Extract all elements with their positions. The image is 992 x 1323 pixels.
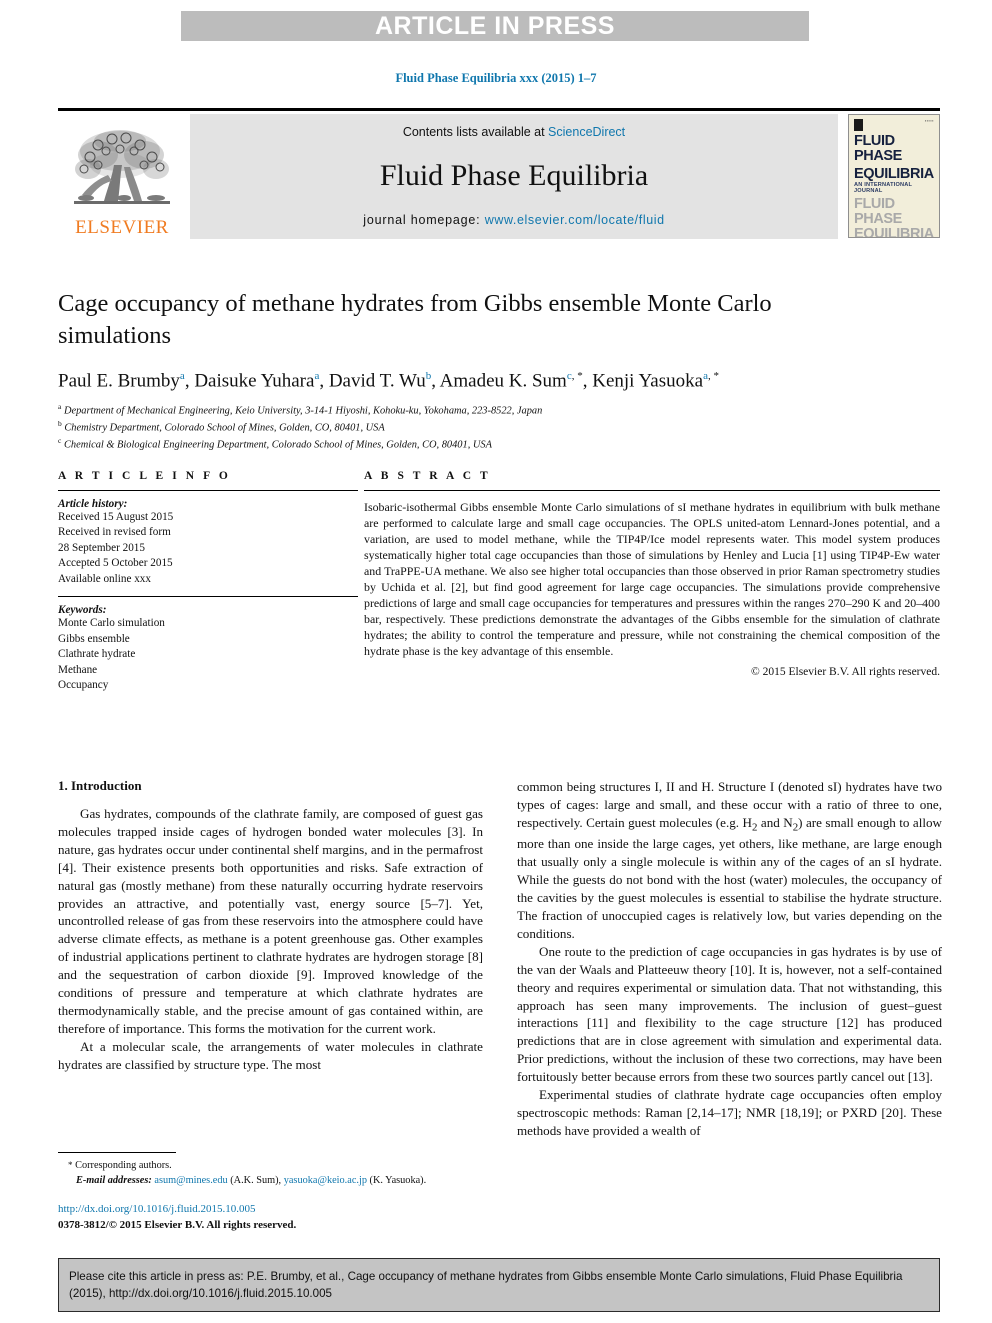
author-list: Paul E. Brumbya, Daisuke Yuharaa, David …	[58, 369, 719, 392]
paragraph-text: Gas hydrates, compounds of the clathrate…	[58, 806, 483, 1036]
article-history-title: Article history:	[58, 498, 128, 510]
elsevier-tree-icon	[74, 130, 170, 204]
abstract-copyright: © 2015 Elsevier B.V. All rights reserved…	[751, 666, 940, 678]
elsevier-wordmark: ELSEVIER	[75, 217, 169, 238]
asterisk-icon: *	[68, 1160, 73, 1170]
history-item: Received in revised form	[58, 526, 171, 539]
paragraph-text: One route to the prediction of cage occu…	[517, 943, 942, 1085]
body-paragraph: One route to the prediction of cage occu…	[517, 943, 942, 1086]
email-owner-sum: (A.K. Sum),	[230, 1175, 282, 1187]
author-name: Amadeu K. Sum	[439, 370, 567, 392]
keywords-block: Keywords: Monte Carlo simulation Gibbs e…	[58, 597, 358, 693]
article-info-column: A R T I C L E I N F O Article history: R…	[58, 470, 358, 694]
cover-issn-text: ▪▪▪▪▪	[924, 118, 934, 123]
journal-homepage-line: journal homepage: www.elsevier.com/locat…	[363, 213, 664, 227]
affiliation-item: c Chemical & Biological Engineering Depa…	[58, 436, 938, 453]
journal-cover-block: ▪▪▪▪▪ FLUID PHASE EQUILIBRIA AN INTERNAT…	[844, 114, 940, 239]
author-name: David T. Wu	[328, 370, 426, 392]
contents-prefix: Contents lists available at	[402, 125, 549, 139]
page-title: Cage occupancy of methane hydrates from …	[58, 290, 772, 349]
keyword-item: Gibbs ensemble	[58, 632, 130, 645]
author-name: Paul E. Brumby	[58, 370, 180, 392]
cover-title-line4: EQUILIBRIA	[854, 225, 934, 238]
history-item: Accepted 5 October 2015	[58, 557, 173, 570]
doi-link[interactable]: http://dx.doi.org/10.1016/j.fluid.2015.1…	[58, 1202, 483, 1218]
email-link-sum[interactable]: asum@mines.edu	[154, 1175, 227, 1186]
body-paragraph: common being structures I, II and H. Str…	[517, 778, 942, 943]
cover-title-line1: FLUID PHASE	[854, 133, 902, 164]
affiliation-mark: b	[58, 419, 62, 429]
info-abstract-band: A R T I C L E I N F O Article history: R…	[58, 470, 940, 694]
homepage-url-link[interactable]: www.elsevier.com/locate/fluid	[485, 213, 665, 227]
author-affil-mark: a	[314, 369, 320, 382]
cover-elsevier-icon	[854, 119, 863, 131]
affiliation-item: a Department of Mechanical Engineering, …	[58, 402, 938, 419]
doi-block: http://dx.doi.org/10.1016/j.fluid.2015.1…	[58, 1202, 483, 1234]
footnote-block: * Corresponding authors. E-mail addresse…	[58, 1152, 483, 1234]
contents-line: Contents lists available at ScienceDirec…	[403, 125, 625, 139]
article-in-press-label: ARTICLE IN PRESS	[375, 11, 615, 40]
homepage-prefix: journal homepage:	[363, 213, 485, 227]
cover-title-line3: FLUID PHASE	[854, 196, 902, 228]
journal-cover-thumbnail: ▪▪▪▪▪ FLUID PHASE EQUILIBRIA AN INTERNAT…	[848, 114, 940, 238]
history-item: Available online xxx	[58, 572, 151, 585]
paragraph-text: Experimental studies of clathrate hydrat…	[517, 1087, 942, 1138]
cover-title-line2: EQUILIBRIA	[854, 165, 934, 182]
cover-header-row: ▪▪▪▪▪	[854, 119, 934, 131]
author-name: Daisuke Yuhara	[194, 370, 315, 392]
journal-title: Fluid Phase Equilibria	[379, 159, 649, 193]
abstract-column: A B S T R A C T Isobaric-isothermal Gibb…	[364, 470, 940, 694]
abstract-heading: A B S T R A C T	[364, 470, 491, 482]
section-title-introduction: 1. Introduction	[58, 778, 142, 793]
author-affil-mark: b	[425, 369, 432, 382]
journal-masthead: ELSEVIER Contents lists available at Sci…	[58, 108, 940, 239]
citation-notice-text: Please cite this article in press as: P.…	[69, 1270, 903, 1301]
elsevier-logo: ELSEVIER	[58, 114, 186, 239]
citation-notice-box: Please cite this article in press as: P.…	[58, 1258, 940, 1312]
title-block: Cage occupancy of methane hydrates from …	[58, 288, 938, 454]
affiliation-text: Chemical & Biological Engineering Depart…	[63, 439, 492, 451]
corresponding-author-star: , *	[571, 369, 583, 382]
article-history-block: Article history: Received 15 August 2015…	[58, 491, 358, 596]
issn-copyright-line: 0378-3812/© 2015 Elsevier B.V. All right…	[58, 1218, 297, 1231]
author-affil-mark: a	[179, 369, 185, 382]
email-owner-yasuoka: (K. Yasuoka).	[369, 1175, 427, 1187]
masthead-center: Contents lists available at ScienceDirec…	[190, 114, 838, 239]
keyword-item: Occupancy	[58, 679, 109, 692]
article-in-press-banner: ARTICLE IN PRESS	[181, 11, 809, 41]
article-info-heading: A R T I C L E I N F O	[58, 470, 231, 482]
abstract-text: Isobaric-isothermal Gibbs ensemble Monte…	[364, 500, 940, 658]
corresponding-authors-note: * Corresponding authors.	[58, 1158, 483, 1173]
paragraph-text: At a molecular scale, the arrangements o…	[58, 1038, 483, 1072]
body-column-left: 1. Introduction Gas hydrates, compounds …	[58, 778, 483, 1140]
affiliation-mark: c	[58, 436, 62, 446]
paragraph-text: common being structures I, II and H. Str…	[517, 779, 942, 941]
body-column-right: common being structures I, II and H. Str…	[517, 778, 942, 1140]
corresponding-authors-text: Corresponding authors.	[75, 1160, 172, 1171]
journal-reference-line: Fluid Phase Equilibria xxx (2015) 1–7	[395, 71, 597, 85]
body-paragraph: Gas hydrates, compounds of the clathrate…	[58, 805, 483, 1038]
footnote-divider	[58, 1152, 176, 1153]
author-name: Kenji Yasuoka	[592, 370, 704, 392]
corresponding-author-star: , *	[707, 369, 719, 382]
affiliation-item: b Chemistry Department, Colorado School …	[58, 419, 938, 436]
history-item: 28 September 2015	[58, 541, 145, 554]
keyword-item: Clathrate hydrate	[58, 648, 136, 661]
keyword-item: Methane	[58, 663, 98, 676]
body-paragraph: At a molecular scale, the arrangements o…	[58, 1038, 483, 1074]
email-label: E-mail addresses:	[76, 1175, 152, 1187]
affiliation-text: Chemistry Department, Colorado School of…	[64, 422, 385, 434]
affiliation-list: a Department of Mechanical Engineering, …	[58, 402, 938, 454]
sciencedirect-link[interactable]: ScienceDirect	[548, 125, 625, 139]
affiliation-mark: a	[58, 401, 62, 411]
history-item: Received 15 August 2015	[58, 511, 174, 523]
email-link-yasuoka[interactable]: yasuoka@keio.ac.jp	[284, 1175, 367, 1186]
keyword-item: Monte Carlo simulation	[58, 617, 165, 630]
email-addresses-note: E-mail addresses: asum@mines.edu (A.K. S…	[58, 1173, 483, 1188]
affiliation-text: Department of Mechanical Engineering, Ke…	[63, 405, 543, 417]
keywords-title: Keywords:	[58, 604, 107, 617]
cover-subtitle: AN INTERNATIONAL JOURNAL	[854, 182, 912, 195]
body-paragraph: Experimental studies of clathrate hydrat…	[517, 1086, 942, 1140]
body-columns: 1. Introduction Gas hydrates, compounds …	[58, 778, 942, 1140]
